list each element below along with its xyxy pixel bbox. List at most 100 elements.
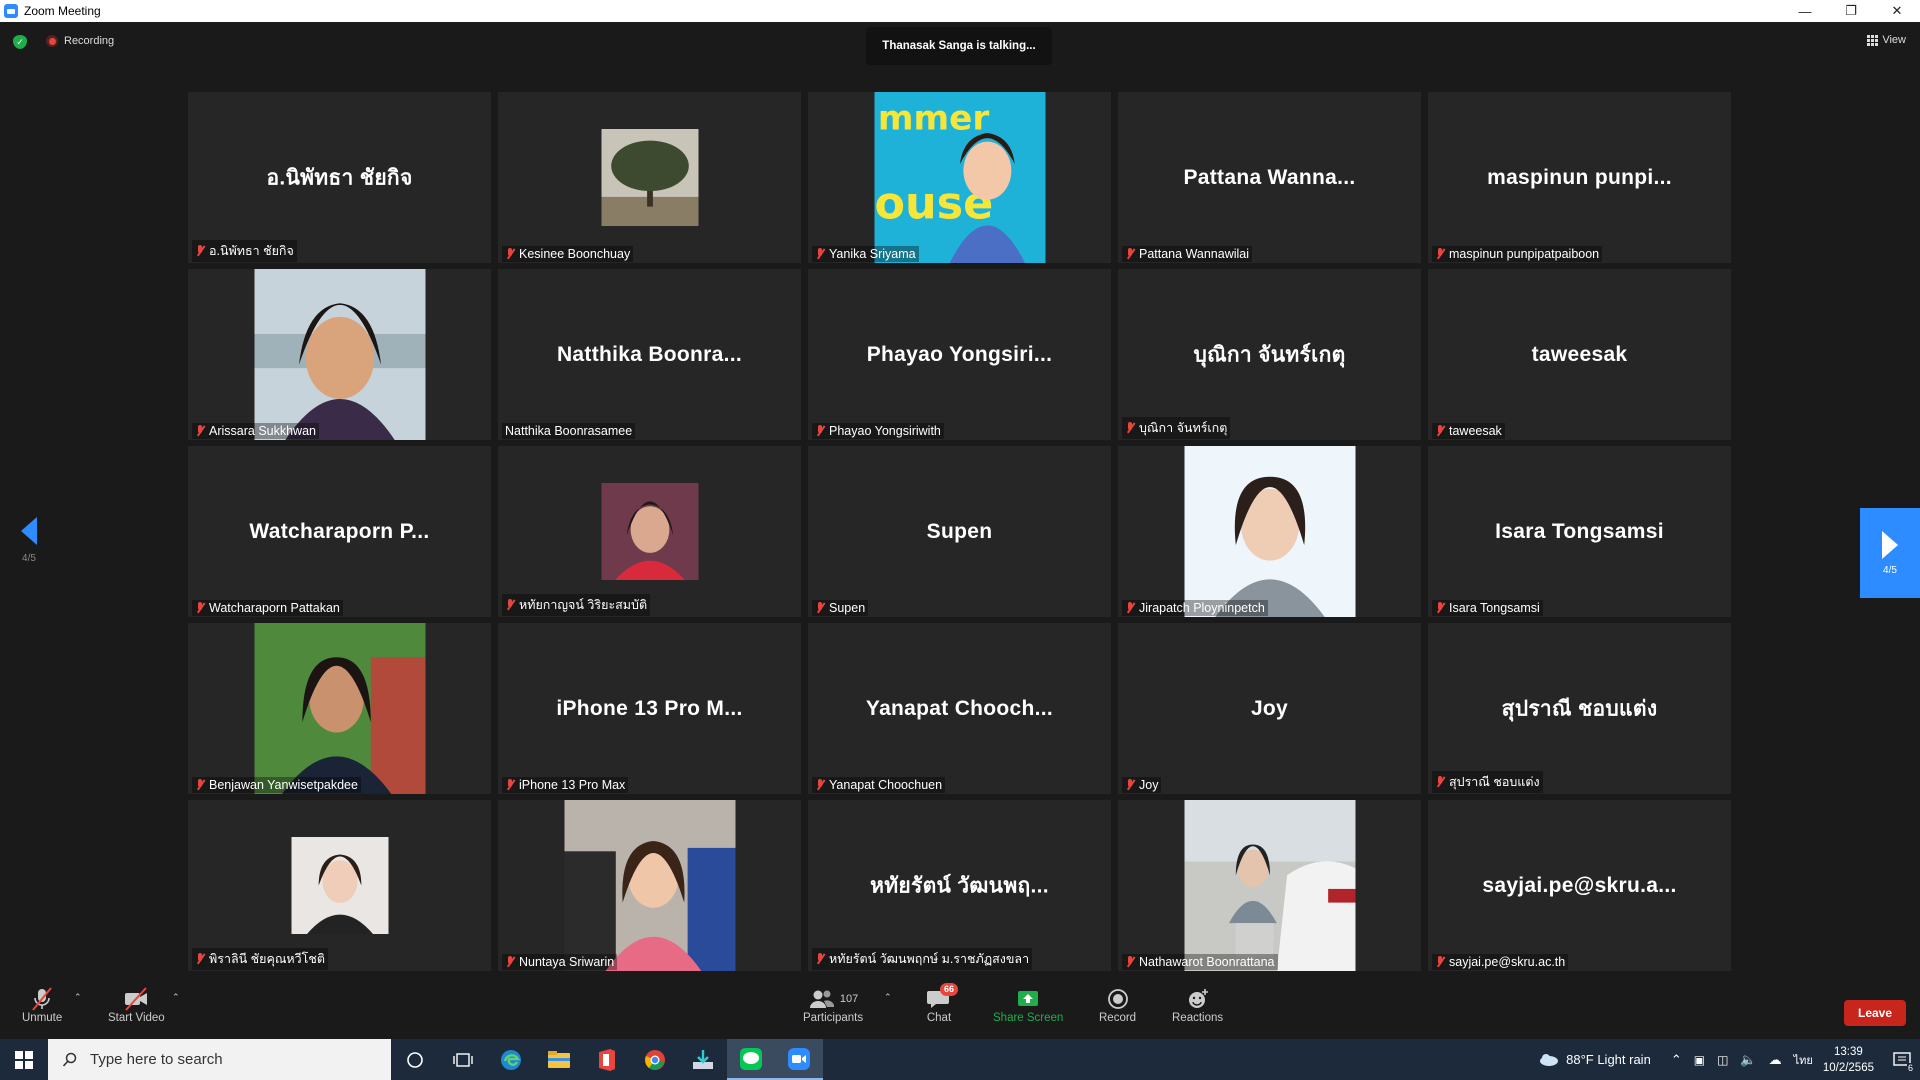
- participant-display-name: อ.นิพัทธา ชัยกิจ: [266, 166, 413, 189]
- cortana-button[interactable]: [391, 1039, 439, 1080]
- participant-tile[interactable]: พิราลินี ชัยคุณหวีโชติ: [188, 800, 491, 971]
- network-icon[interactable]: ◫: [1717, 1053, 1728, 1067]
- participant-name: sayjai.pe@skru.ac.th: [1449, 955, 1566, 969]
- muted-microphone-icon: [815, 425, 825, 437]
- minimize-button[interactable]: —: [1782, 0, 1828, 22]
- participant-name-label: Yanika Sriyama: [812, 246, 919, 262]
- participant-video-image: [291, 837, 388, 934]
- participant-tile[interactable]: Nuntaya Sriwarin: [498, 800, 801, 971]
- recording-indicator[interactable]: Recording: [46, 35, 114, 47]
- active-speaker-banner: Thanasak Sanga is talking...: [866, 27, 1052, 65]
- participant-name-label: บุณิกา จันทร์เกตุ: [1122, 417, 1231, 439]
- participant-tile[interactable]: Kesinee Boonchuay: [498, 92, 801, 263]
- participants-button[interactable]: 107 Participants: [803, 986, 863, 1024]
- participant-tile[interactable]: Supen Supen: [808, 446, 1111, 617]
- taskbar-chrome[interactable]: [631, 1039, 679, 1080]
- participant-tile[interactable]: หทัยรัตน์ วัฒนพฤ... หทัยรัตน์ วัฒนพฤกษ์ ม…: [808, 800, 1111, 971]
- participant-tile[interactable]: บุณิกา จันทร์เกตุ บุณิกา จันทร์เกตุ: [1118, 269, 1421, 440]
- taskbar-clock[interactable]: 13:39 10/2/2565: [1823, 1044, 1874, 1076]
- muted-microphone-icon: [1125, 422, 1135, 434]
- reactions-button[interactable]: Reactions: [1172, 986, 1223, 1024]
- previous-page-button[interactable]: 4/5: [14, 512, 44, 592]
- taskbar-office[interactable]: [583, 1039, 631, 1080]
- arrow-left-icon: [21, 517, 37, 545]
- participant-tile[interactable]: iPhone 13 Pro M... iPhone 13 Pro Max: [498, 623, 801, 794]
- participant-tile[interactable]: สุปราณี ชอบแต่ง สุปราณี ชอบแต่ง: [1428, 623, 1731, 794]
- participant-name-label: sayjai.pe@skru.ac.th: [1432, 954, 1569, 970]
- participant-display-name: Phayao Yongsiri...: [866, 342, 1053, 366]
- participant-name: หทัยกาญจน์ วิริยะสมบัติ: [519, 598, 648, 612]
- taskbar-search-box[interactable]: Type here to search: [48, 1039, 391, 1080]
- audio-options-caret[interactable]: ⌃: [74, 992, 82, 1003]
- weather-text[interactable]: 88°F Light rain: [1566, 1052, 1651, 1067]
- participant-tile[interactable]: หทัยกาญจน์ วิริยะสมบัติ: [498, 446, 801, 617]
- participant-name-label: Nathawarot Boonrattana: [1122, 954, 1278, 970]
- participant-display-name: สุปราณี ชอบแต่ง: [1501, 697, 1658, 720]
- close-button[interactable]: ✕: [1874, 0, 1920, 22]
- chat-label: Chat: [926, 1012, 952, 1024]
- input-language[interactable]: ไทย: [1794, 1051, 1813, 1069]
- participant-name-label: Benjawan Yanwisetpakdee: [192, 777, 361, 793]
- participant-name: สุปราณี ชอบแต่ง: [1449, 775, 1540, 789]
- participant-tile[interactable]: taweesak taweesak: [1428, 269, 1731, 440]
- participant-tile[interactable]: Yanapat Chooch... Yanapat Choochuen: [808, 623, 1111, 794]
- muted-microphone-icon: [505, 779, 515, 791]
- next-page-button[interactable]: 4/5: [1860, 508, 1920, 598]
- participant-tile[interactable]: อ.นิพัทธา ชัยกิจ อ.นิพัทธา ชัยกิจ: [188, 92, 491, 263]
- start-button[interactable]: [0, 1039, 48, 1080]
- page-indicator-right: 4/5: [1883, 564, 1897, 576]
- task-view-icon: [453, 1052, 473, 1067]
- taskbar-file-explorer[interactable]: [535, 1039, 583, 1080]
- taskbar-installer[interactable]: [679, 1039, 727, 1080]
- share-screen-button[interactable]: Share Screen: [993, 986, 1063, 1024]
- onedrive-cloud-icon[interactable]: ☁: [1769, 1052, 1782, 1068]
- encryption-shield-icon[interactable]: ✓: [13, 35, 27, 49]
- participant-tile[interactable]: Watcharaporn P... Watcharaporn Pattakan: [188, 446, 491, 617]
- search-icon: [62, 1052, 77, 1067]
- participant-name: Jirapatch Ployninpetch: [1139, 601, 1265, 615]
- participant-name: taweesak: [1449, 424, 1502, 438]
- participant-tile[interactable]: mmer ouse Yanika Sriyama: [808, 92, 1111, 263]
- participant-video-image: [601, 483, 698, 580]
- folder-icon: [548, 1050, 570, 1068]
- unmute-button[interactable]: Unmute: [22, 986, 62, 1024]
- participant-tile[interactable]: Joy Joy: [1118, 623, 1421, 794]
- participant-tile[interactable]: Nathawarot Boonrattana: [1118, 800, 1421, 971]
- participant-display-name: Yanapat Chooch...: [865, 696, 1054, 720]
- windows-taskbar: Type here to search 88°F Light rain ⌃ ▣ …: [0, 1039, 1920, 1080]
- participant-tile[interactable]: Isara Tongsamsi Isara Tongsamsi: [1428, 446, 1731, 617]
- volume-icon[interactable]: 🔈: [1740, 1052, 1756, 1068]
- participant-name: Isara Tongsamsi: [1449, 601, 1540, 615]
- video-options-caret[interactable]: ⌃: [172, 992, 180, 1003]
- zoom-app-taskbar-icon: [788, 1047, 810, 1070]
- start-video-button[interactable]: Start Video: [108, 986, 165, 1024]
- participant-tile[interactable]: Arissara Sukkhwan: [188, 269, 491, 440]
- participant-tile[interactable]: Natthika Boonra... Natthika Boonrasamee: [498, 269, 801, 440]
- record-button[interactable]: Record: [1099, 986, 1136, 1024]
- restore-button[interactable]: ❐: [1828, 0, 1874, 22]
- view-button[interactable]: View: [1867, 34, 1906, 46]
- show-hidden-icons-chevron-icon[interactable]: ⌃: [1671, 1052, 1682, 1068]
- participants-options-caret[interactable]: ⌃: [884, 992, 892, 1003]
- task-view-button[interactable]: [439, 1039, 487, 1080]
- participant-tile[interactable]: maspinun punpi... maspinun punpipatpaiboo…: [1428, 92, 1731, 263]
- taskbar-line[interactable]: [727, 1039, 775, 1080]
- leave-button[interactable]: Leave: [1844, 1000, 1906, 1026]
- arrow-right-icon: [1882, 530, 1898, 559]
- participant-tile[interactable]: Benjawan Yanwisetpakdee: [188, 623, 491, 794]
- zoom-app-icon: [4, 4, 18, 18]
- microphone-muted-icon: [32, 987, 52, 1011]
- participant-tile[interactable]: Phayao Yongsiri... Phayao Yongsiriwith: [808, 269, 1111, 440]
- participant-tile[interactable]: Pattana Wanna... Pattana Wannawilai: [1118, 92, 1421, 263]
- participant-display-name: Joy: [1250, 696, 1289, 720]
- participant-tile[interactable]: sayjai.pe@skru.a... sayjai.pe@skru.ac.th: [1428, 800, 1731, 971]
- taskbar-edge[interactable]: [487, 1039, 535, 1080]
- participant-name: Kesinee Boonchuay: [519, 247, 631, 261]
- meet-now-icon[interactable]: ▣: [1694, 1053, 1705, 1067]
- participant-name: บุณิกา จันทร์เกตุ: [1139, 421, 1228, 435]
- taskbar-zoom[interactable]: [775, 1039, 823, 1080]
- participant-tile[interactable]: Jirapatch Ployninpetch: [1118, 446, 1421, 617]
- chat-button[interactable]: 66 Chat: [926, 983, 959, 1024]
- notifications-button[interactable]: 6: [1884, 1039, 1920, 1080]
- muted-microphone-icon: [505, 956, 515, 968]
